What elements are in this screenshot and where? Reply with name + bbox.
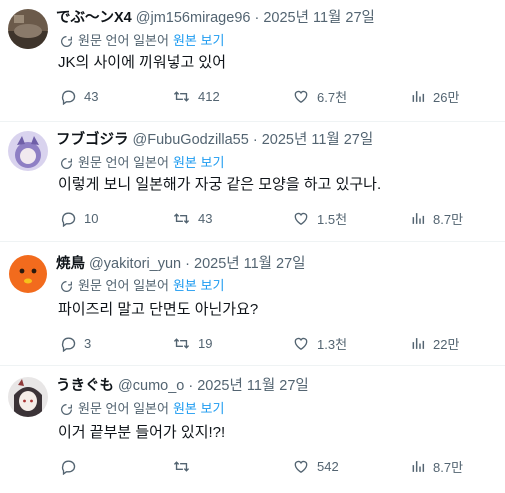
reply-icon <box>61 337 76 352</box>
retweet-icon <box>173 337 190 349</box>
avatar[interactable] <box>8 9 48 49</box>
display-name[interactable]: でぶ〜ンX4 <box>56 10 132 26</box>
display-name[interactable]: フブゴジラ <box>56 132 129 148</box>
views-chart-icon <box>412 460 425 472</box>
translation-notice: 원문 언어 일본어 원본 보기 <box>60 400 224 418</box>
like-button[interactable]: 6.7천 <box>292 86 347 106</box>
reply-button[interactable]: 43 <box>60 86 98 106</box>
views-chart-icon <box>412 90 425 102</box>
retweet-button[interactable]: 412 <box>172 86 220 106</box>
translation-notice: 원문 언어 일본어 원본 보기 <box>60 154 224 172</box>
view-count: 8.7만 <box>433 211 464 227</box>
reply-button[interactable]: 10 <box>60 208 98 228</box>
translation-label: 원문 언어 일본어 <box>78 278 169 293</box>
translation-notice: 원문 언어 일본어 원본 보기 <box>60 277 224 295</box>
like-button[interactable]: 542 <box>292 456 339 476</box>
show-original-link[interactable]: 원본 보기 <box>173 277 224 295</box>
views-button[interactable]: 8.7만 <box>410 456 463 476</box>
retweet-button[interactable]: 19 <box>172 333 212 353</box>
retweet-button[interactable]: 43 <box>172 208 212 228</box>
reply-count: 10 <box>84 210 99 226</box>
translate-icon <box>61 403 72 415</box>
views-button[interactable]: 26만 <box>410 86 459 106</box>
action-bar: 10 43 1.5천 8.7만 <box>60 208 480 228</box>
handle-and-date[interactable]: @yakitori_yun · 2025년 11월 27일 <box>89 256 306 272</box>
tweet[interactable]: フブゴジラ @FubuGodzilla55 · 2025년 11월 27일 원문… <box>0 122 505 242</box>
retweet-count: 412 <box>198 88 220 104</box>
retweet-icon <box>173 90 190 102</box>
tweet-header: 焼鳥 @yakitori_yun · 2025년 11월 27일 <box>56 254 306 274</box>
like-button[interactable]: 1.3천 <box>292 333 347 353</box>
translate-icon <box>61 35 72 47</box>
retweet-button[interactable] <box>172 456 198 476</box>
tweet[interactable]: うきぐも @cumo_o · 2025년 11월 27일 원문 언어 일본어 원… <box>0 366 505 493</box>
like-count: 1.3천 <box>317 336 348 352</box>
avatar[interactable] <box>8 254 48 294</box>
retweet-icon <box>173 460 190 472</box>
action-bar: 3 19 1.3천 22만 <box>60 333 480 353</box>
retweet-icon <box>173 212 190 224</box>
translate-icon <box>61 157 72 169</box>
show-original-link[interactable]: 원본 보기 <box>173 400 224 418</box>
show-original-link[interactable]: 원본 보기 <box>173 154 224 172</box>
views-chart-icon <box>412 212 425 224</box>
translation-label: 원문 언어 일본어 <box>78 155 169 170</box>
handle-and-date[interactable]: @cumo_o · 2025년 11월 27일 <box>118 378 309 394</box>
views-button[interactable]: 8.7만 <box>410 208 463 228</box>
like-count: 6.7천 <box>317 89 348 105</box>
like-button[interactable]: 1.5천 <box>292 208 347 228</box>
reply-count: 43 <box>84 88 99 104</box>
reply-button[interactable] <box>60 456 84 476</box>
avatar[interactable] <box>8 377 48 417</box>
translation-label: 원문 언어 일본어 <box>78 401 169 416</box>
avatar[interactable] <box>8 131 48 171</box>
retweet-count: 43 <box>198 210 213 226</box>
handle-and-date[interactable]: @FubuGodzilla55 · 2025년 11월 27일 <box>133 132 374 148</box>
reply-button[interactable]: 3 <box>60 333 91 353</box>
reply-icon <box>61 212 76 227</box>
views-chart-icon <box>412 337 425 349</box>
retweet-count: 19 <box>198 335 213 351</box>
display-name[interactable]: 焼鳥 <box>56 256 85 272</box>
show-original-link[interactable]: 원본 보기 <box>173 32 224 50</box>
translation-label: 원문 언어 일본어 <box>78 33 169 48</box>
display-name[interactable]: うきぐも <box>56 378 114 394</box>
heart-icon <box>294 212 308 225</box>
translation-notice: 원문 언어 일본어 원본 보기 <box>60 32 224 50</box>
reply-icon <box>61 90 76 105</box>
reply-count: 3 <box>84 335 92 351</box>
like-count: 1.5천 <box>317 211 348 227</box>
tweet[interactable]: でぶ〜ンX4 @jm156mirage96 · 2025년 11월 27일 원문… <box>0 0 505 122</box>
like-count: 542 <box>317 458 339 474</box>
translate-icon <box>61 280 72 292</box>
tweet-text: 이거 끝부분 들어가 있지!?! <box>58 424 226 441</box>
heart-icon <box>294 337 308 350</box>
tweet-text: 이렇게 보니 일본해가 자궁 같은 모양을 하고 있구나. <box>58 176 382 193</box>
view-count: 22만 <box>433 336 460 352</box>
reply-feed: でぶ〜ンX4 @jm156mirage96 · 2025년 11월 27일 원문… <box>0 0 505 493</box>
tweet-text: JK의 사이에 끼워넣고 있어 <box>58 54 227 71</box>
views-button[interactable]: 22만 <box>410 333 459 353</box>
action-bar: 542 8.7만 <box>60 456 480 476</box>
handle-and-date[interactable]: @jm156mirage96 · 2025년 11월 27일 <box>136 10 375 26</box>
heart-icon <box>294 90 308 103</box>
heart-icon <box>294 460 308 473</box>
view-count: 8.7만 <box>433 459 464 475</box>
tweet-header: フブゴジラ @FubuGodzilla55 · 2025년 11월 27일 <box>56 130 373 150</box>
tweet[interactable]: 焼鳥 @yakitori_yun · 2025년 11월 27일 원문 언어 일… <box>0 242 505 366</box>
reply-icon <box>61 460 76 475</box>
action-bar: 43 412 6.7천 26만 <box>60 86 480 106</box>
tweet-header: うきぐも @cumo_o · 2025년 11월 27일 <box>56 376 309 396</box>
tweet-text: 파이즈리 말고 단면도 아닌가요? <box>58 301 259 318</box>
view-count: 26만 <box>433 89 460 105</box>
tweet-header: でぶ〜ンX4 @jm156mirage96 · 2025년 11월 27일 <box>56 8 375 28</box>
